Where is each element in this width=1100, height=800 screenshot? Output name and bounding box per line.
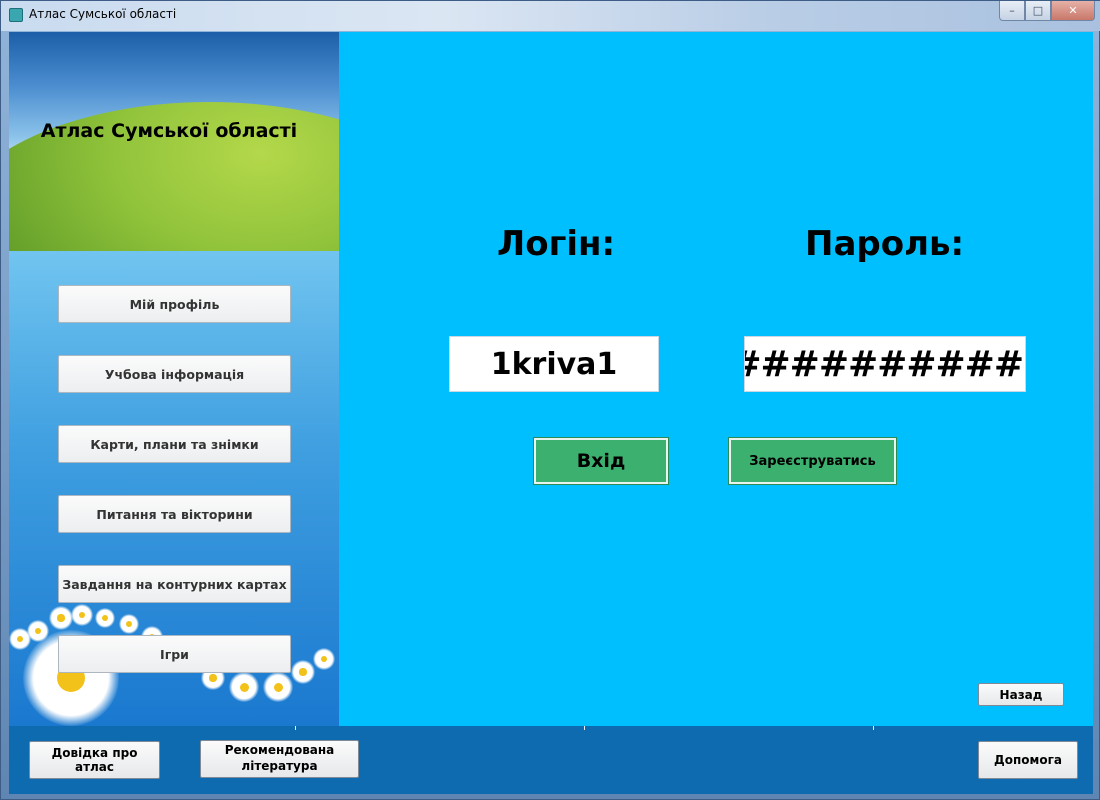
my-profile-button[interactable]: Мій профіль [58,285,291,323]
contour-maps-button[interactable]: Завдання на контурних картах [58,565,291,603]
client-area: Атлас Сумської області Мій профіль Учбов… [9,32,1093,794]
app-title: Атлас Сумської області [40,120,298,142]
about-atlas-button[interactable]: Довідка про атлас [29,741,160,779]
app-icon [9,8,23,22]
daisy-decoration [291,660,315,684]
sidebar: Атлас Сумської області Мій профіль Учбов… [9,32,339,726]
divider-tick [584,726,585,730]
title-bar[interactable]: Атлас Сумської області – □ ✕ [1,1,1100,31]
password-input[interactable]: ########### [744,336,1026,392]
enter-button[interactable]: Вхід [534,438,668,484]
divider-tick [873,726,874,730]
app-window: Атлас Сумської області – □ ✕ Атлас Сумсь… [0,0,1100,800]
close-button[interactable]: ✕ [1051,1,1095,21]
register-button[interactable]: Зареєструватись [729,438,896,484]
daisy-decoration [313,648,335,670]
minimize-button[interactable]: – [999,1,1025,21]
window-title: Атлас Сумської області [29,7,177,21]
login-label: Логін: [497,224,616,264]
window-controls: – □ ✕ [999,1,1095,21]
back-button[interactable]: Назад [978,683,1064,706]
hero-image: Атлас Сумської області [9,32,339,251]
maximize-button[interactable]: □ [1025,1,1051,21]
login-input[interactable]: 1kriva1 [449,336,659,392]
daisy-decoration [119,614,139,634]
daisy-decoration [71,604,93,626]
login-panel: Логін: Пароль: 1kriva1 ########### Вхід … [339,32,1093,726]
password-label: Пароль: [805,224,965,264]
daisy-decoration [49,606,73,630]
quizzes-button[interactable]: Питання та вікторини [58,495,291,533]
maps-button[interactable]: Карти, плани та знімки [58,425,291,463]
games-button[interactable]: Ігри [58,635,291,673]
daisy-decoration [27,620,49,642]
daisy-decoration [229,672,259,702]
study-info-button[interactable]: Учбова інформація [58,355,291,393]
daisy-decoration [95,608,115,628]
literature-button[interactable]: Рекомендована література [200,740,359,778]
divider-tick [295,726,296,730]
daisy-decoration [263,672,293,702]
help-button[interactable]: Допомога [978,741,1078,779]
footer-bar: Довідка про атлас Рекомендована літерату… [9,726,1093,794]
